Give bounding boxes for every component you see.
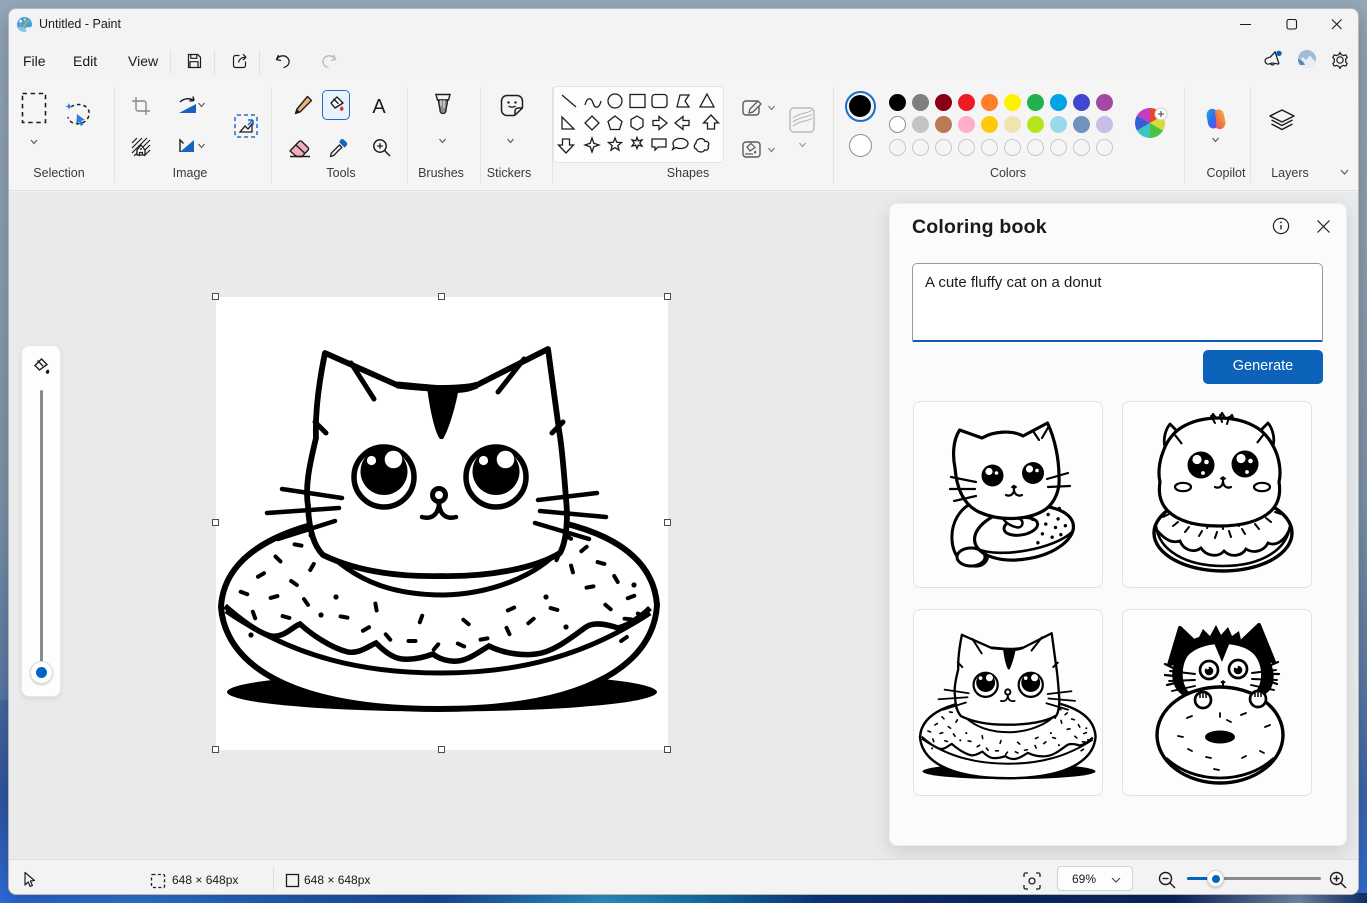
svg-text:A: A bbox=[372, 96, 386, 118]
